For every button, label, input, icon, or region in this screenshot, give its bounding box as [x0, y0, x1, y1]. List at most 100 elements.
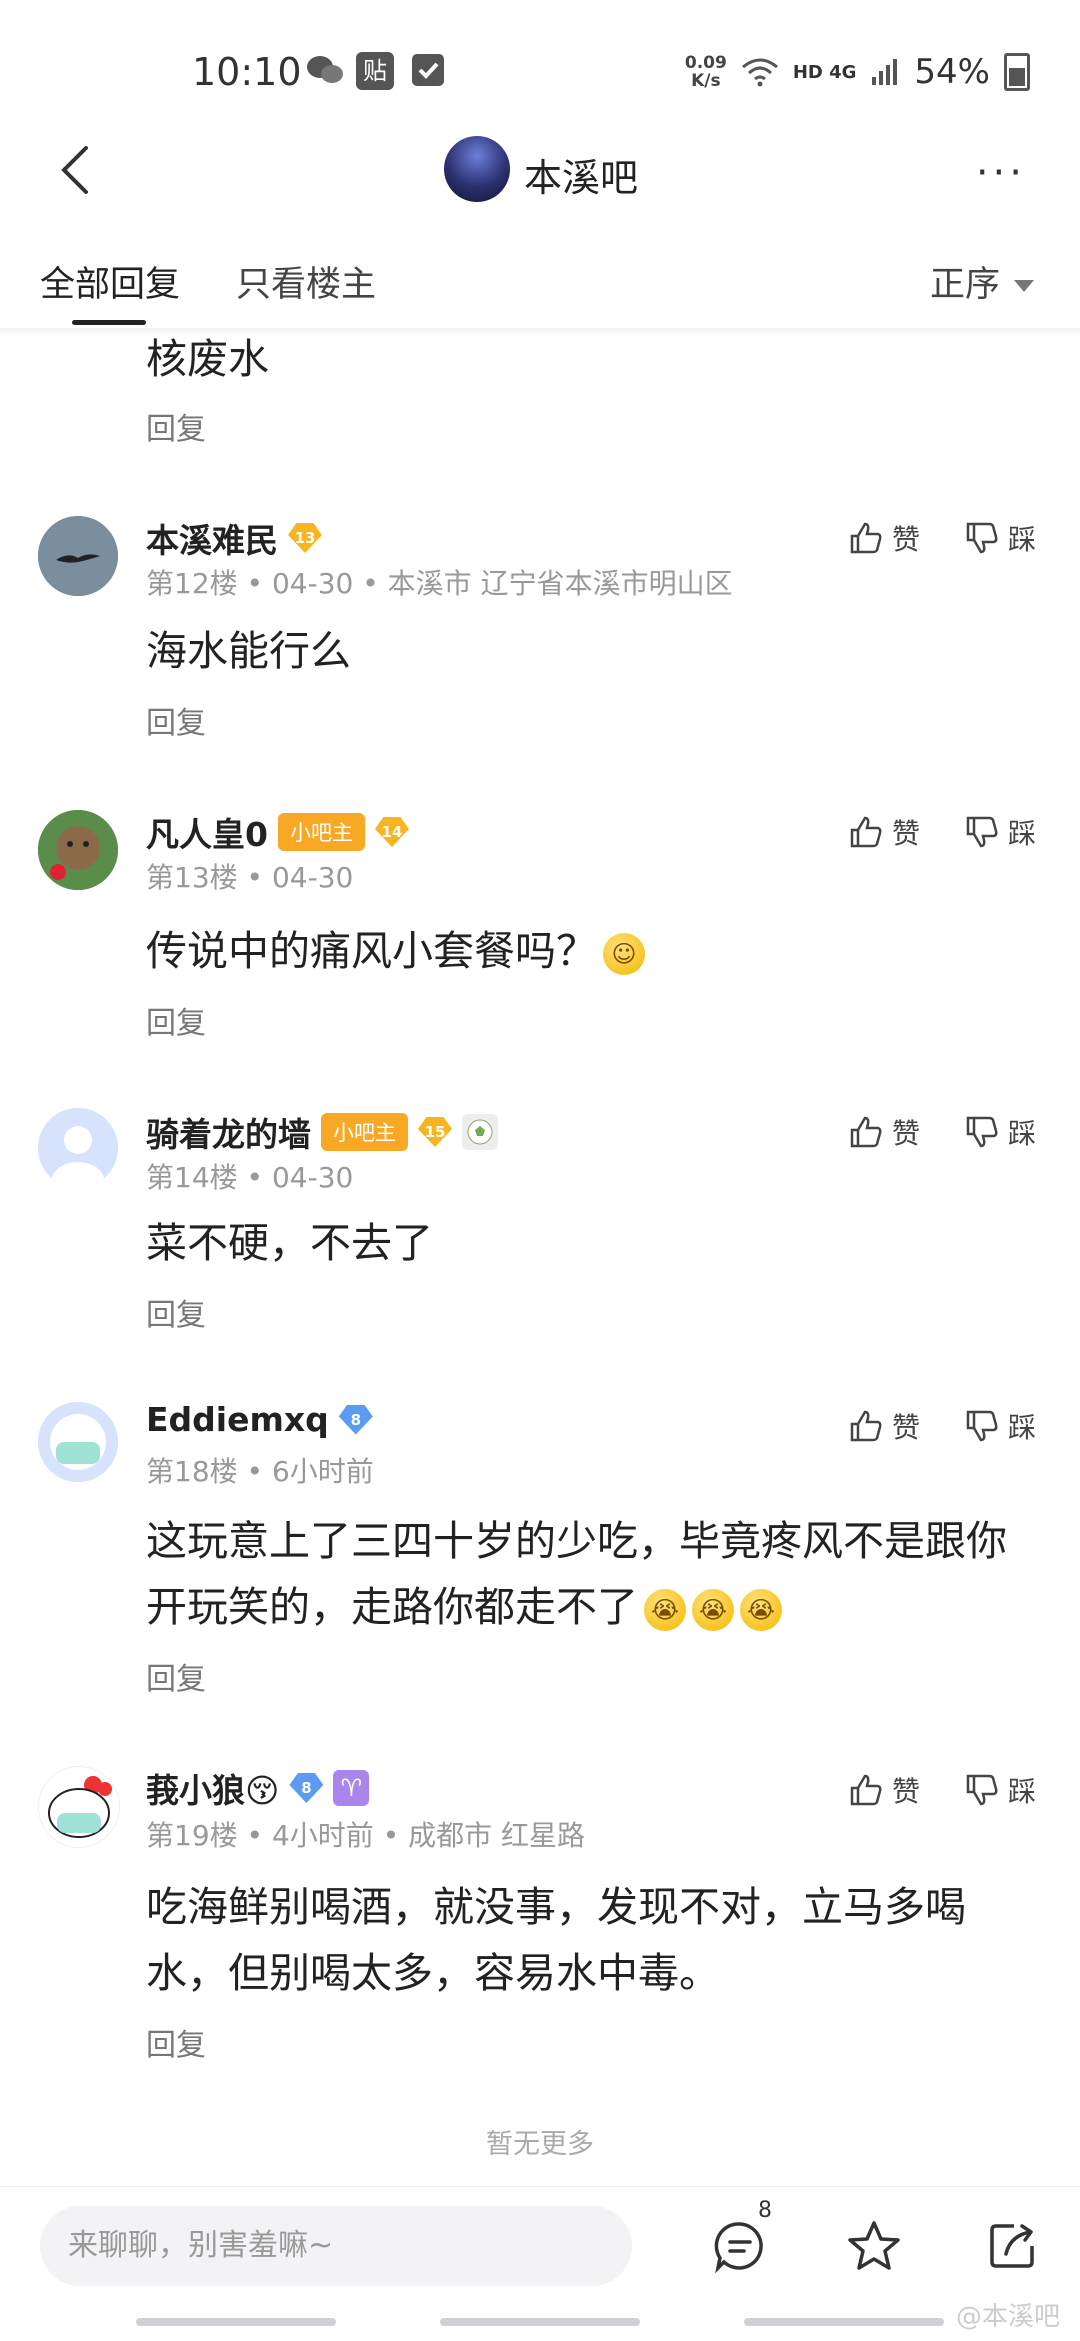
thumbs-down-icon [966, 816, 998, 848]
tab-all-replies[interactable]: 全部回复 [40, 256, 180, 307]
moderator-badge: 小吧主 [321, 1113, 408, 1151]
dislike-button[interactable]: 踩 [964, 1770, 1036, 1810]
username-text: 凡人皇0 [146, 815, 268, 854]
status-right: 0.09 K/s HD 4G 54% [685, 52, 1030, 92]
separator: • [382, 1819, 400, 1852]
avatar[interactable] [38, 810, 118, 890]
username-text: 莪小狼😚 [146, 1771, 280, 1810]
thumbs-up-icon [850, 522, 882, 554]
post-text: 传说中的痛风小套餐吗？ ☺ [146, 918, 1026, 984]
username-text: Eddiemxq [146, 1400, 329, 1439]
post-date: 04-30 [271, 1161, 354, 1194]
forum-name[interactable]: 本溪吧 [524, 147, 638, 202]
nav-gesture-bar[interactable] [440, 2318, 640, 2326]
battery-percent: 54% [914, 52, 990, 92]
favorite-button[interactable] [846, 2218, 902, 2274]
post-meta: 第12楼 • 04-30 • 本溪市 辽宁省本溪市明山区 [146, 562, 733, 602]
post-meta: 第19楼 • 4小时前 • 成都市 红星路 [146, 1814, 585, 1854]
username[interactable]: 骑着龙的墙 小吧主 15 [146, 1108, 498, 1156]
comment-button[interactable] [712, 2218, 768, 2274]
username[interactable]: Eddiemxq 8 [146, 1400, 373, 1439]
reply-button[interactable]: 回复 [146, 1654, 206, 1698]
like-label: 赞 [892, 1411, 921, 1444]
floor-number: 第12楼 [146, 567, 238, 600]
comment-input[interactable]: 来聊聊，别害羞嘛~ [40, 2206, 632, 2286]
more-menu-button[interactable]: ··· [976, 150, 1026, 196]
floor-number: 第13楼 [146, 861, 238, 894]
level-badge: 14 [374, 817, 409, 847]
sort-dropdown[interactable]: 正序 [930, 256, 1034, 307]
crying-emoji-icon: 😭 [692, 1589, 734, 1631]
separator: • [246, 1819, 264, 1852]
level-badge: 8 [289, 1773, 324, 1803]
signal-icon [872, 59, 898, 85]
aries-zodiac-badge: ♈ [333, 1770, 370, 1806]
wechat-icon [306, 54, 344, 90]
username[interactable]: 本溪难民 13 [146, 514, 322, 562]
avatar[interactable] [38, 516, 118, 596]
username-text: 骑着龙的墙 [146, 1115, 311, 1154]
level-badge: 8 [338, 1404, 373, 1435]
post-date: 04-30 [271, 567, 354, 600]
wifi-icon [741, 58, 778, 87]
post-text-body: 传说中的痛风小套餐吗？ [146, 927, 597, 975]
dislike-button[interactable]: 踩 [964, 812, 1036, 852]
like-button[interactable]: 赞 [848, 518, 920, 558]
thumbs-down-icon [966, 1410, 998, 1442]
reply-button[interactable]: 回复 [146, 1290, 206, 1334]
username[interactable]: 凡人皇0 小吧主 14 [146, 808, 409, 856]
comment-icon [714, 2222, 763, 2274]
checkbox-icon [412, 54, 444, 86]
avatar[interactable] [38, 1766, 120, 1848]
dislike-label: 踩 [1008, 817, 1037, 850]
post-meta: 第13楼 • 04-30 [146, 856, 353, 896]
caret-down-icon [1014, 280, 1034, 292]
post-meta: 第14楼 • 04-30 [146, 1156, 353, 1196]
thumbs-up-icon [850, 816, 882, 848]
like-button[interactable]: 赞 [848, 1406, 920, 1446]
like-label: 赞 [892, 523, 921, 556]
speed-value: 0.09 [684, 53, 727, 73]
reply-button[interactable]: 回复 [146, 404, 206, 448]
crying-emoji-icon: 😭 [740, 1589, 782, 1631]
avatar[interactable] [38, 1108, 118, 1188]
separator: • [246, 861, 264, 894]
dislike-button[interactable]: 踩 [964, 1406, 1036, 1446]
watermark: @本溪吧 [955, 2302, 1060, 2332]
post-location: 本溪市 辽宁省本溪市明山区 [387, 567, 733, 600]
status-bar: 10:10 贴 0.09 K/s HD 4G 54% [0, 0, 1080, 130]
like-button[interactable]: 赞 [848, 812, 920, 852]
star-icon [848, 2221, 900, 2270]
avatar[interactable] [38, 1402, 118, 1482]
reply-button[interactable]: 回复 [146, 698, 206, 742]
reply-button[interactable]: 回复 [146, 2020, 206, 2064]
floor-number: 第14楼 [146, 1161, 238, 1194]
post-location: 成都市 红星路 [408, 1819, 586, 1852]
post-text: 菜不硬，不去了 [146, 1219, 433, 1267]
dislike-label: 踩 [1008, 523, 1037, 556]
dislike-button[interactable]: 踩 [964, 518, 1036, 558]
like-button[interactable]: 赞 [848, 1112, 920, 1152]
post-text-body: 这玩意上了三四十岁的少吃，毕竟疼风不是跟你开玩笑的，走路你都走不了 [146, 1517, 1007, 1631]
reply-button[interactable]: 回复 [146, 998, 206, 1042]
moderator-badge: 小吧主 [277, 813, 365, 851]
post-text: 核废水 [146, 335, 269, 383]
tab-op-only[interactable]: 只看楼主 [236, 256, 376, 307]
like-button[interactable]: 赞 [848, 1770, 920, 1810]
forum-avatar[interactable] [444, 136, 510, 202]
thumbs-up-icon [850, 1774, 882, 1806]
post-meta: 第18楼 • 6小时前 [146, 1450, 374, 1490]
back-button[interactable] [56, 140, 106, 200]
separator: • [246, 567, 264, 600]
like-label: 赞 [892, 1775, 921, 1808]
post-text: 这玩意上了三四十岁的少吃，毕竟疼风不是跟你开玩笑的，走路你都走不了 😭 😭 😭 [146, 1508, 1026, 1640]
dislike-button[interactable]: 踩 [964, 1112, 1036, 1152]
share-button[interactable] [984, 2218, 1040, 2274]
soccer-badge-icon [462, 1114, 498, 1150]
floor-number: 第18楼 [146, 1455, 238, 1488]
nav-gesture-bar[interactable] [744, 2318, 944, 2326]
status-time: 10:10 [192, 50, 302, 94]
username[interactable]: 莪小狼😚 8 ♈ [146, 1764, 370, 1812]
tieba-paste-icon: 贴 [356, 52, 394, 90]
nav-gesture-bar[interactable] [136, 2318, 336, 2326]
